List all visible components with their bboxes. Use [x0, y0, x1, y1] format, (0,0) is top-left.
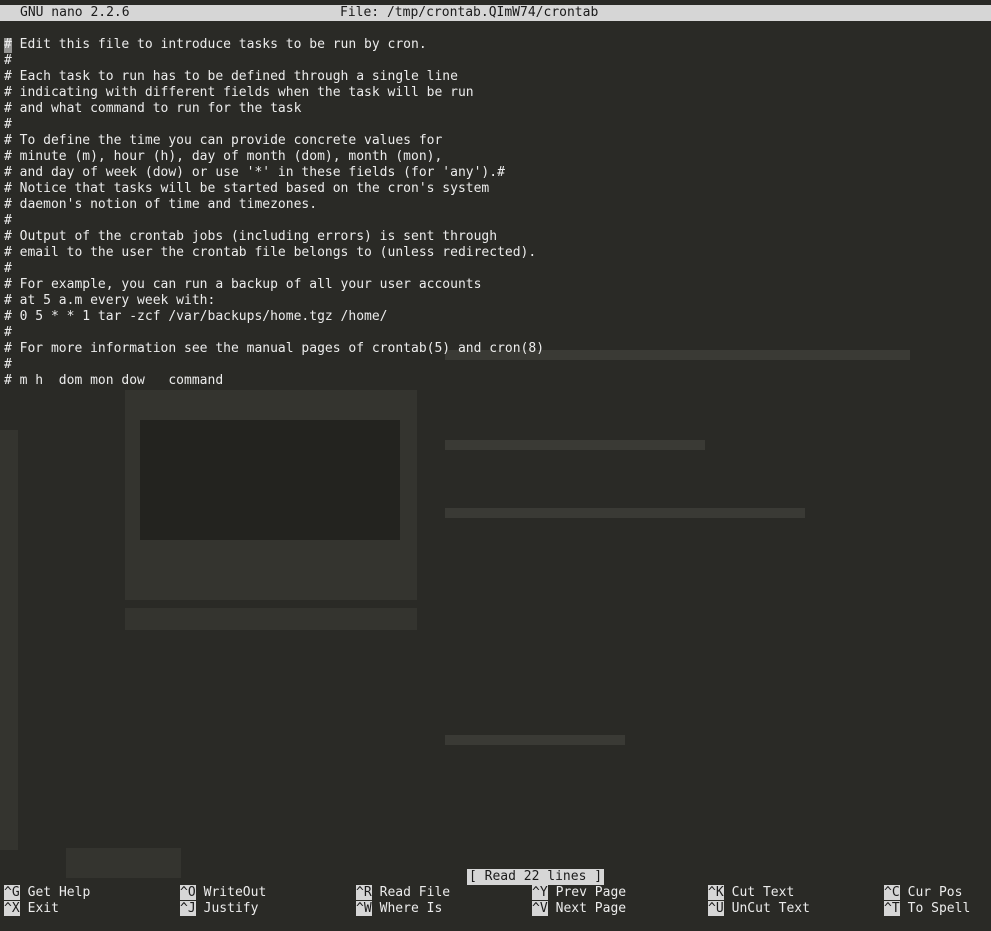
shortcut-key: ^R: [356, 885, 372, 900]
shortcut-bar: ^G Get Help ^O WriteOut ^R Read File ^Y Prev…: [4, 885, 991, 917]
backdrop-line: [445, 440, 705, 450]
shortcut-label: Next Page: [555, 901, 627, 916]
shortcut-label: WriteOut: [203, 885, 267, 900]
file-path: File: /tmp/crontab.QImW74/crontab: [340, 5, 599, 20]
editor-line[interactable]: # daemon's notion of time and timezones.: [4, 197, 544, 213]
shortcut-read-file[interactable]: ^R Read File: [356, 885, 450, 901]
editor-line[interactable]: # Each task to run has to be defined thr…: [4, 69, 544, 85]
shortcut-key: ^U: [708, 901, 724, 916]
editor-line[interactable]: # For more information see the manual pa…: [4, 341, 544, 357]
title-bar: GNU nano 2.2.6 File: /tmp/crontab.QImW74…: [0, 5, 991, 21]
shortcut-get-help[interactable]: ^G Get Help: [4, 885, 90, 901]
editor-line[interactable]: # For example, you can run a backup of a…: [4, 277, 544, 293]
shortcut-key: ^Y: [532, 885, 548, 900]
shortcut-where-is[interactable]: ^W Where Is: [356, 901, 442, 917]
shortcut-justify[interactable]: ^J Justify: [180, 901, 258, 917]
editor-line[interactable]: # and day of week (dow) or use '*' in th…: [4, 165, 544, 181]
shortcut-to-spell[interactable]: ^T To Spell: [884, 901, 970, 917]
shortcut-exit[interactable]: ^X Exit: [4, 901, 59, 917]
editor-line[interactable]: # To define the time you can provide con…: [4, 133, 544, 149]
editor-line[interactable]: # Edit this file to introduce tasks to b…: [4, 37, 544, 53]
editor-line[interactable]: #: [4, 213, 544, 229]
shortcut-writeout[interactable]: ^O WriteOut: [180, 885, 266, 901]
editor-line[interactable]: # Output of the crontab jobs (including …: [4, 229, 544, 245]
backdrop-button: [66, 848, 181, 878]
editor-line[interactable]: # at 5 a.m every week with:: [4, 293, 544, 309]
shortcut-label: Get Help: [27, 885, 91, 900]
shortcut-next-page[interactable]: ^V Next Page: [532, 901, 626, 917]
editor-line[interactable]: # and what command to run for the task: [4, 101, 544, 117]
shortcut-uncut-text[interactable]: ^U UnCut Text: [708, 901, 810, 917]
shortcut-label: Read File: [379, 885, 451, 900]
status-message: [ Read 22 lines ]: [467, 869, 605, 885]
shortcut-key: ^W: [356, 901, 372, 916]
shortcut-label: UnCut Text: [731, 901, 810, 916]
editor-line[interactable]: # Notice that tasks will be started base…: [4, 181, 544, 197]
editor-line[interactable]: # indicating with different fields when …: [4, 85, 544, 101]
shortcut-key: ^V: [532, 901, 548, 916]
editor-line[interactable]: # m h dom mon dow command: [4, 373, 544, 389]
backdrop-banner: [125, 608, 417, 630]
shortcut-key: ^G: [4, 885, 20, 900]
shortcut-cur-pos[interactable]: ^C Cur Pos: [884, 885, 962, 901]
editor-buffer[interactable]: # Edit this file to introduce tasks to b…: [4, 37, 544, 389]
editor-line[interactable]: #: [4, 261, 544, 277]
editor-line[interactable]: # minute (m), hour (h), day of month (do…: [4, 149, 544, 165]
editor-line[interactable]: #: [4, 357, 544, 373]
shortcut-key: ^K: [708, 885, 724, 900]
shortcut-key: ^C: [884, 885, 900, 900]
shortcut-key: ^T: [884, 901, 900, 916]
shortcut-key: ^O: [180, 885, 196, 900]
shortcut-prev-page[interactable]: ^Y Prev Page: [532, 885, 626, 901]
editor-line[interactable]: #: [4, 117, 544, 133]
app-version: GNU nano 2.2.6: [20, 5, 130, 20]
shortcut-label: Cut Text: [731, 885, 795, 900]
shortcut-key: ^J: [180, 901, 196, 916]
shortcut-label: To Spell: [907, 901, 971, 916]
shortcut-label: Prev Page: [555, 885, 627, 900]
backdrop-line: [445, 508, 805, 518]
backdrop-line: [445, 735, 625, 745]
editor-line[interactable]: #: [4, 325, 544, 341]
backdrop-image-inner: [140, 420, 400, 540]
shortcut-cut-text[interactable]: ^K Cut Text: [708, 885, 794, 901]
shortcut-label: Where Is: [379, 901, 443, 916]
editor-line[interactable]: # email to the user the crontab file bel…: [4, 245, 544, 261]
shortcut-key: ^X: [4, 901, 20, 916]
shortcut-label: Cur Pos: [907, 885, 963, 900]
shortcut-label: Justify: [203, 901, 259, 916]
editor-line[interactable]: #: [4, 53, 544, 69]
shortcut-label: Exit: [27, 901, 59, 916]
editor-line[interactable]: # 0 5 * * 1 tar -zcf /var/backups/home.t…: [4, 309, 544, 325]
text-cursor: [4, 38, 12, 53]
backdrop-sidebar: [0, 430, 18, 850]
